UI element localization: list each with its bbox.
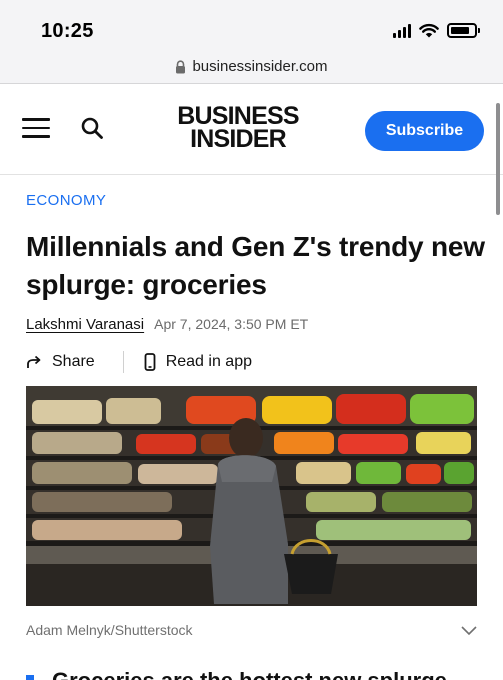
url-text: businessinsider.com [192, 58, 328, 75]
site-logo[interactable]: BUSINESS INSIDER [168, 104, 308, 153]
subscribe-button[interactable]: Subscribe [365, 111, 484, 151]
summary-bullet-text: Groceries are the hottest new splurge [52, 668, 447, 680]
read-in-app-button[interactable]: Read in app [144, 353, 252, 371]
cellular-signal-icon [393, 23, 411, 38]
logo-line-2: INSIDER [190, 125, 287, 153]
article-actions: Share Read in app [26, 350, 252, 374]
phone-icon [144, 353, 156, 371]
share-label: Share [52, 353, 95, 370]
image-caption: Adam Melnyk/Shutterstock [26, 622, 193, 638]
status-bar: 10:25 [0, 0, 503, 50]
battery-icon [447, 23, 480, 38]
status-time: 10:25 [41, 20, 94, 42]
hero-image [26, 386, 477, 606]
byline: Lakshmi Varanasi Apr 7, 2024, 3:50 PM ET [26, 316, 308, 333]
address-bar[interactable]: businessinsider.com [0, 50, 503, 84]
hamburger-menu-icon[interactable] [22, 118, 50, 138]
category-link[interactable]: ECONOMY [26, 192, 106, 209]
chevron-down-icon[interactable] [460, 624, 478, 638]
article-headline: Millennials and Gen Z's trendy new splur… [26, 231, 485, 300]
read-in-app-label: Read in app [165, 353, 252, 370]
publish-date: Apr 7, 2024, 3:50 PM ET [154, 316, 309, 332]
share-button[interactable]: Share [26, 353, 95, 371]
search-icon[interactable] [80, 116, 104, 140]
page-scrollbar[interactable] [496, 103, 500, 215]
share-arrow-icon [27, 355, 41, 368]
wifi-icon [419, 23, 439, 38]
status-icons [393, 23, 480, 38]
lock-icon [176, 59, 186, 73]
site-header: BUSINESS INSIDER Subscribe [0, 85, 503, 175]
author-link[interactable]: Lakshmi Varanasi [26, 316, 144, 333]
actions-divider [122, 351, 124, 373]
summary-bullet-marker [26, 675, 34, 680]
